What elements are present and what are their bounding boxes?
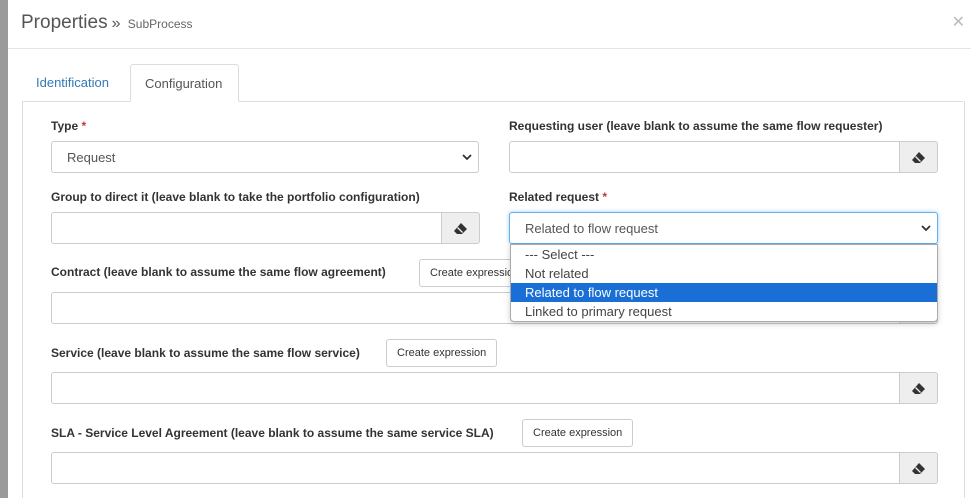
dropdown-option-selected[interactable]: Related to flow request bbox=[511, 283, 937, 302]
tab-bar: Identification Configuration bbox=[22, 64, 963, 102]
service-label: Service (leave blank to assume the same … bbox=[51, 346, 360, 360]
type-label: Type * bbox=[51, 119, 86, 133]
close-icon[interactable]: ✕ bbox=[952, 12, 965, 31]
dropdown-option[interactable]: --- Select --- bbox=[511, 245, 937, 264]
contract-label: Contract (leave blank to assume the same… bbox=[51, 265, 386, 279]
related-request-dropdown: --- Select --- Not related Related to fl… bbox=[510, 244, 938, 322]
dropdown-option[interactable]: Not related bbox=[511, 264, 937, 283]
title-subtitle: SubProcess bbox=[127, 17, 193, 31]
related-request-select[interactable]: Related to flow request bbox=[509, 212, 938, 244]
dropdown-option[interactable]: Linked to primary request bbox=[511, 302, 937, 321]
type-label-text: Type bbox=[51, 119, 79, 133]
sla-input[interactable] bbox=[51, 452, 900, 484]
eraser-icon bbox=[454, 223, 467, 234]
title-text: Properties bbox=[21, 12, 108, 33]
type-select-value: Request bbox=[67, 150, 116, 165]
eraser-icon bbox=[912, 383, 925, 394]
type-select[interactable]: Request bbox=[51, 141, 479, 173]
title-separator: » bbox=[111, 15, 121, 32]
contract-create-expression-button[interactable]: Create expression bbox=[419, 259, 519, 287]
clear-group-button[interactable] bbox=[442, 212, 480, 244]
group-input[interactable] bbox=[51, 212, 442, 244]
modal-title: Properties» SubProcess bbox=[21, 12, 193, 34]
requesting-user-input[interactable] bbox=[509, 141, 900, 173]
required-marker: * bbox=[81, 119, 87, 133]
sla-label: SLA - Service Level Agreement (leave bla… bbox=[51, 426, 494, 440]
group-label: Group to direct it (leave blank to take … bbox=[51, 190, 420, 204]
modal-header: Properties» SubProcess ✕ bbox=[8, 0, 971, 49]
clear-requesting-user-button[interactable] bbox=[900, 141, 938, 173]
eraser-icon bbox=[912, 463, 925, 474]
tab-identification[interactable]: Identification bbox=[22, 64, 123, 101]
clear-sla-button[interactable] bbox=[900, 452, 938, 484]
chevron-down-icon bbox=[921, 225, 931, 232]
clear-service-button[interactable] bbox=[900, 372, 938, 404]
sla-create-expression-button[interactable]: Create expression bbox=[522, 419, 634, 447]
chevron-down-icon bbox=[462, 154, 472, 161]
eraser-icon bbox=[912, 152, 925, 163]
required-marker: * bbox=[602, 190, 608, 204]
related-request-label-text: Related request bbox=[509, 190, 600, 204]
related-request-select-value: Related to flow request bbox=[525, 221, 658, 236]
tab-configuration[interactable]: Configuration bbox=[130, 64, 239, 102]
related-request-label: Related request * bbox=[509, 190, 607, 204]
requesting-user-label: Requesting user (leave blank to assume t… bbox=[509, 119, 883, 133]
service-create-expression-button[interactable]: Create expression bbox=[386, 339, 498, 367]
service-input[interactable] bbox=[51, 372, 900, 404]
